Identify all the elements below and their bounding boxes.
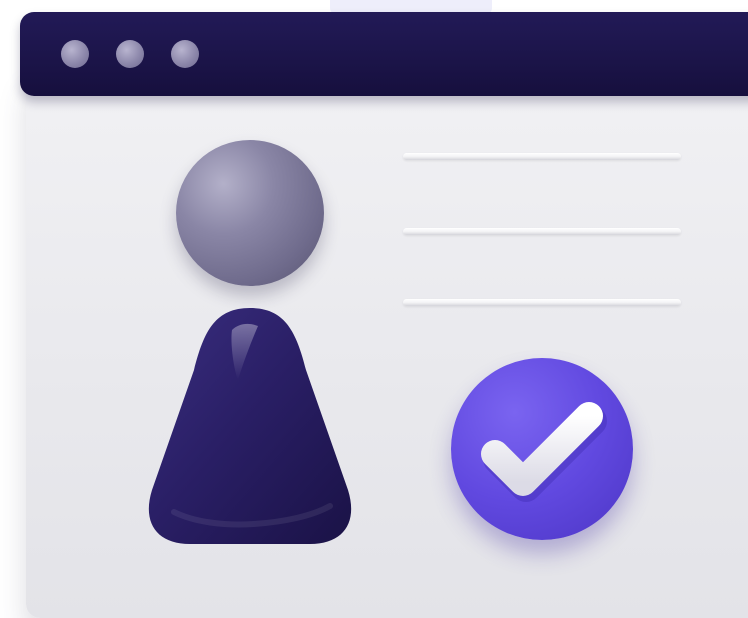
user-avatar-body-icon bbox=[134, 300, 366, 550]
verified-badge bbox=[451, 358, 633, 540]
text-line-placeholder-1 bbox=[403, 153, 681, 160]
text-line-placeholder-2 bbox=[403, 228, 681, 235]
checkmark-icon bbox=[481, 402, 607, 502]
window-control-dot-2 bbox=[116, 40, 144, 68]
window-control-dot-3 bbox=[171, 40, 199, 68]
window-control-dot-1 bbox=[61, 40, 89, 68]
illustration-stage bbox=[0, 0, 748, 618]
text-line-placeholder-3 bbox=[403, 299, 681, 306]
user-avatar-head-icon bbox=[176, 140, 324, 286]
